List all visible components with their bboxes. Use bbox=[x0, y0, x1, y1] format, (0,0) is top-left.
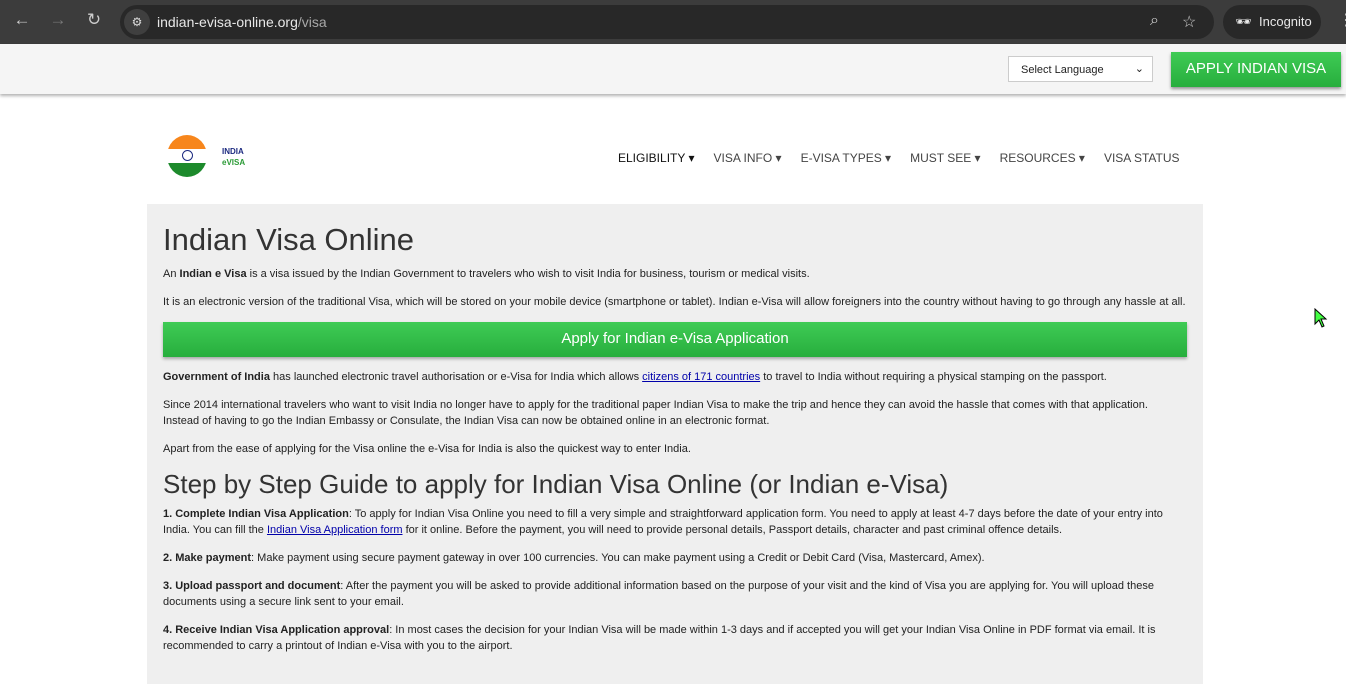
nav-must-see[interactable]: MUST SEE ▾ bbox=[910, 151, 980, 165]
section-heading: Step by Step Guide to apply for Indian V… bbox=[163, 469, 949, 499]
language-select[interactable]: Select Language ⌄ bbox=[1008, 56, 1153, 82]
nav-visa-status[interactable]: VISA STATUS bbox=[1104, 151, 1180, 165]
step-2: 2. Make payment: Make payment using secu… bbox=[163, 552, 985, 564]
apply-indian-visa-button[interactable]: APPLY INDIAN VISA bbox=[1171, 52, 1341, 87]
url-text: indian-evisa-online.org/visa bbox=[157, 14, 327, 30]
star-icon[interactable]: ☆ bbox=[1182, 12, 1196, 32]
step-3: 3. Upload passport and document: After t… bbox=[163, 580, 1154, 608]
nav-eligibility[interactable]: ELIGIBILITY ▾ bbox=[618, 151, 695, 165]
chakra-icon bbox=[182, 150, 193, 161]
application-form-link[interactable]: Indian Visa Application form bbox=[267, 524, 403, 536]
top-strip: Select Language ⌄ APPLY INDIAN VISA bbox=[0, 44, 1346, 94]
paragraph: It is an electronic version of the tradi… bbox=[163, 296, 1186, 308]
incognito-icon: 🕶 bbox=[1235, 14, 1252, 29]
menu-icon[interactable]: ⋮ bbox=[1338, 10, 1346, 30]
main-nav: ELIGIBILITY ▾ VISA INFO ▾ E-VISA TYPES ▾… bbox=[618, 151, 1199, 165]
site-info-icon[interactable]: ⚙ bbox=[124, 9, 150, 35]
forward-icon[interactable]: → bbox=[46, 10, 70, 30]
paragraph: Since 2014 international travelers who w… bbox=[163, 399, 1148, 427]
nav-visa-info[interactable]: VISA INFO ▾ bbox=[714, 151, 782, 165]
back-icon[interactable]: ← bbox=[10, 10, 34, 30]
paragraph: Apart from the ease of applying for the … bbox=[163, 443, 691, 455]
paragraph: Government of India has launched electro… bbox=[163, 371, 1107, 383]
logo-text: INDIA eVISA bbox=[222, 147, 246, 167]
nav-resources[interactable]: RESOURCES ▾ bbox=[1000, 151, 1085, 165]
nav-evisa-types[interactable]: E-VISA TYPES ▾ bbox=[801, 151, 892, 165]
countries-link[interactable]: citizens of 171 countries bbox=[642, 371, 760, 383]
incognito-badge[interactable]: 🕶 Incognito bbox=[1223, 5, 1321, 39]
zoom-icon[interactable]: ⌕ bbox=[1150, 12, 1159, 30]
intro-paragraph: An Indian e Visa is a visa issued by the… bbox=[163, 268, 810, 280]
page-title: Indian Visa Online bbox=[163, 222, 415, 257]
step-4: 4. Receive Indian Visa Application appro… bbox=[163, 624, 1156, 652]
reload-icon[interactable]: ↻ bbox=[82, 10, 106, 30]
cursor-icon bbox=[1314, 308, 1328, 328]
step-1: 1. Complete Indian Visa Application: To … bbox=[163, 508, 1163, 536]
content-panel: Indian Visa Online An Indian e Visa is a… bbox=[147, 204, 1203, 684]
address-bar[interactable]: ⚙ indian-evisa-online.org/visa ⌕ ☆ bbox=[120, 5, 1214, 39]
chevron-down-icon: ⌄ bbox=[1134, 63, 1144, 75]
browser-toolbar: ← → ↻ ⚙ indian-evisa-online.org/visa ⌕ ☆… bbox=[0, 0, 1346, 44]
apply-evisa-button[interactable]: Apply for Indian e-Visa Application bbox=[163, 322, 1187, 357]
logo[interactable] bbox=[167, 135, 207, 177]
